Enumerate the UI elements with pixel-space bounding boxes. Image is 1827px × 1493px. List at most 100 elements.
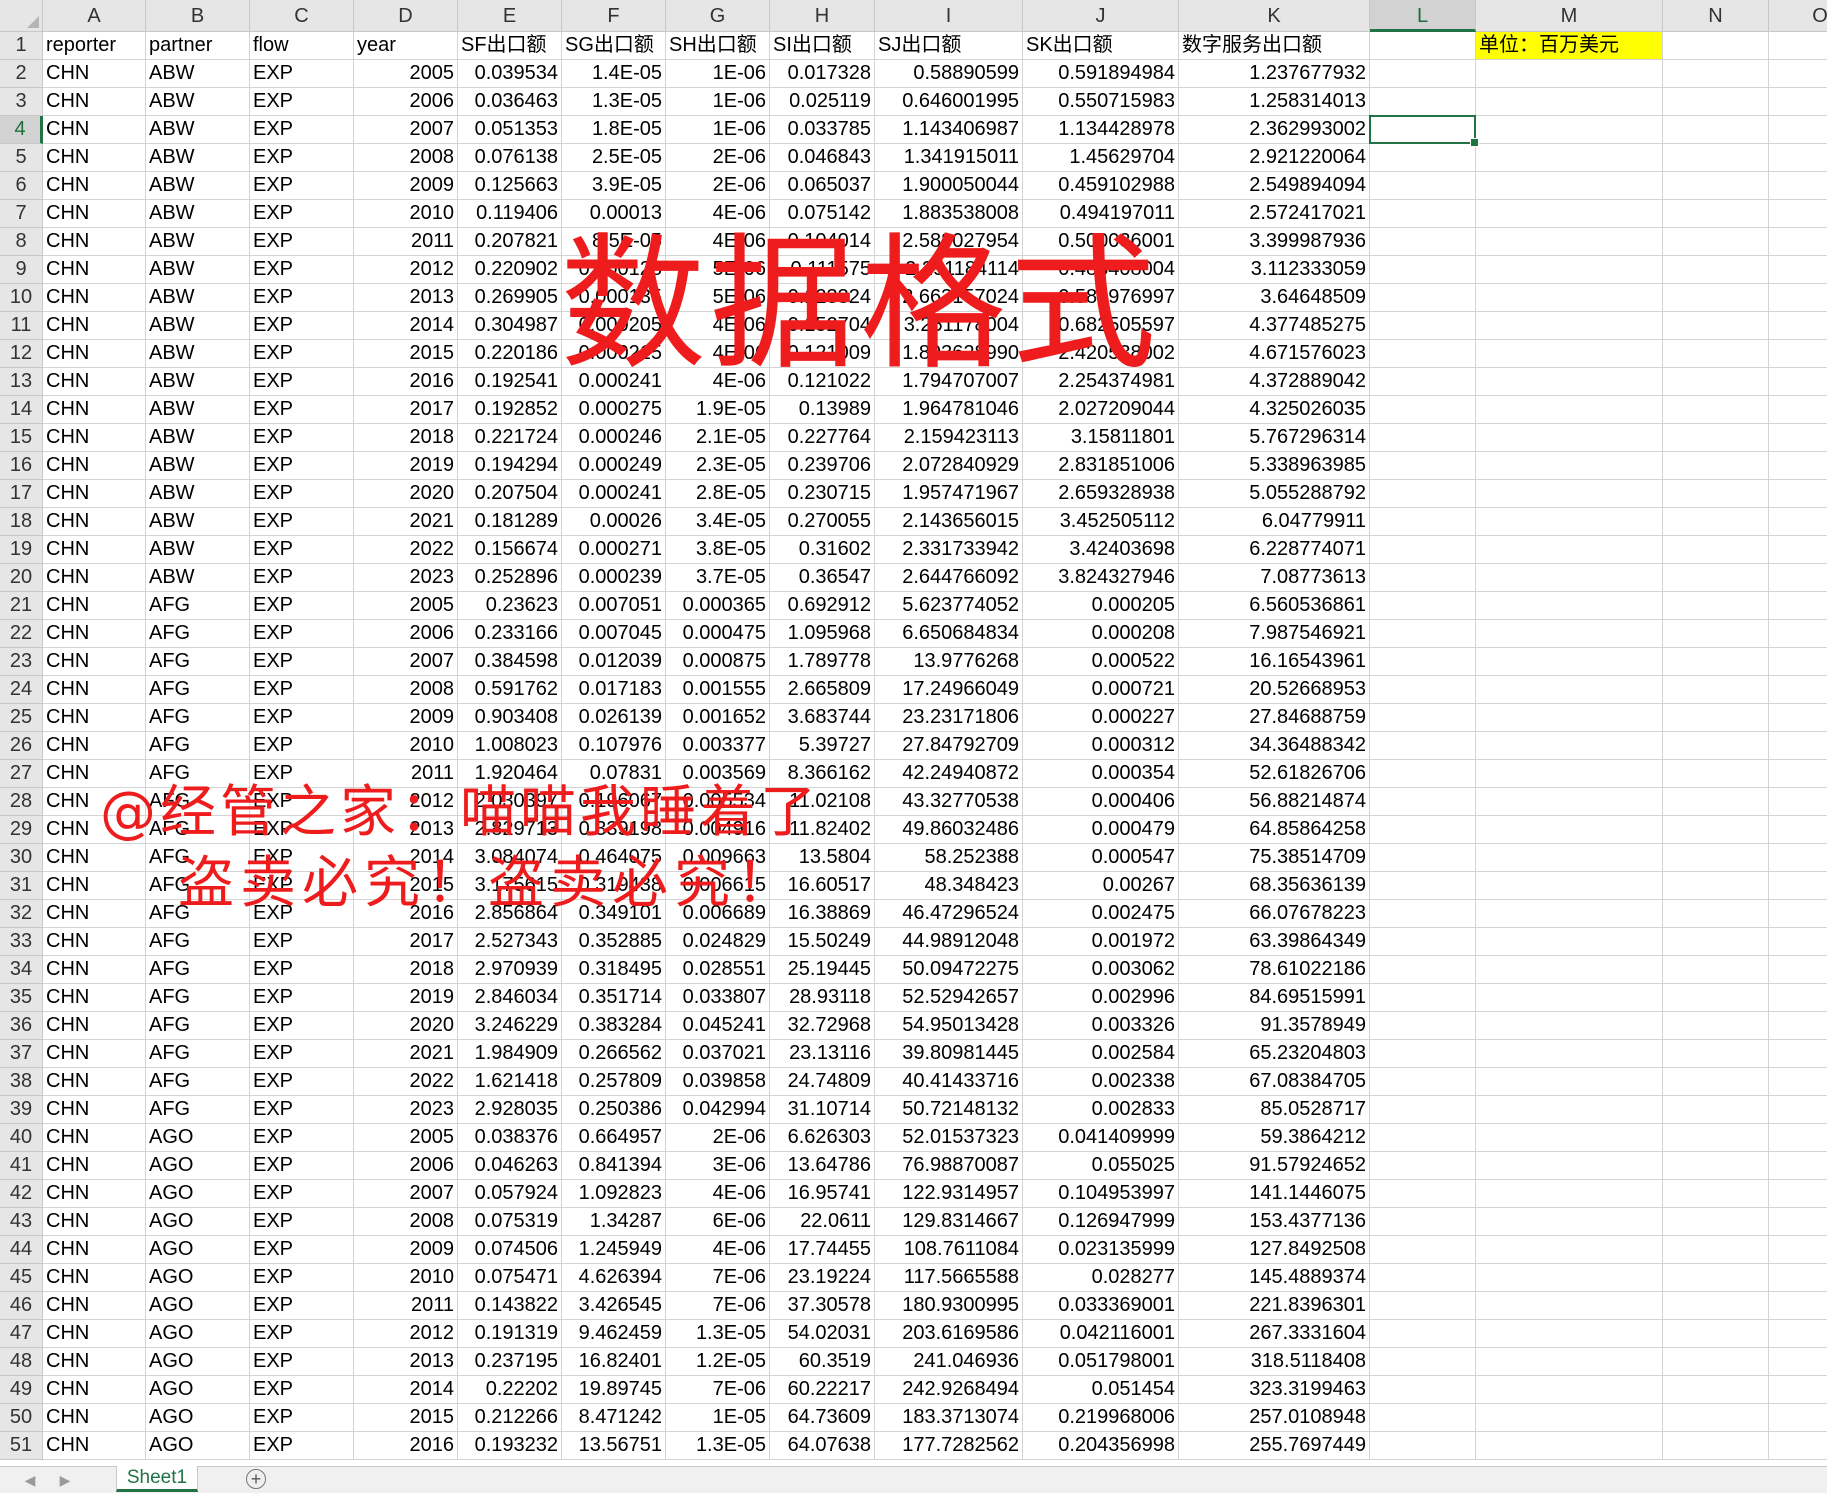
table-cell[interactable] bbox=[1476, 1376, 1663, 1404]
table-cell[interactable]: 0.239706 bbox=[770, 452, 875, 480]
table-cell[interactable] bbox=[1663, 900, 1769, 928]
table-cell[interactable]: AFG bbox=[146, 1040, 250, 1068]
table-cell[interactable]: 64.85864258 bbox=[1179, 816, 1370, 844]
table-cell[interactable]: CHN bbox=[43, 732, 146, 760]
table-cell[interactable] bbox=[1370, 592, 1476, 620]
table-cell[interactable]: 0.192541 bbox=[458, 368, 562, 396]
table-cell[interactable] bbox=[1370, 984, 1476, 1012]
table-cell[interactable]: 8.471242 bbox=[562, 1404, 666, 1432]
table-cell[interactable]: 2.5E-05 bbox=[562, 144, 666, 172]
table-cell[interactable]: 2020 bbox=[354, 1012, 458, 1040]
table-cell[interactable]: 2015 bbox=[354, 872, 458, 900]
table-cell[interactable]: AFG bbox=[146, 732, 250, 760]
table-cell[interactable]: 43.32770538 bbox=[875, 788, 1023, 816]
table-cell[interactable]: 23.13116 bbox=[770, 1040, 875, 1068]
table-cell[interactable] bbox=[1769, 1124, 1827, 1152]
table-cell[interactable]: 65.23204803 bbox=[1179, 1040, 1370, 1068]
table-cell[interactable] bbox=[1476, 788, 1663, 816]
table-cell[interactable] bbox=[1370, 732, 1476, 760]
table-cell[interactable]: 3.9E-05 bbox=[562, 172, 666, 200]
table-cell[interactable]: 2.3E-05 bbox=[666, 452, 770, 480]
table-cell[interactable]: 8.366162 bbox=[770, 760, 875, 788]
table-cell[interactable]: 16.95741 bbox=[770, 1180, 875, 1208]
column-header-k[interactable]: K bbox=[1179, 0, 1370, 32]
table-cell[interactable]: 1.3E-05 bbox=[666, 1320, 770, 1348]
table-cell[interactable] bbox=[1476, 396, 1663, 424]
table-cell[interactable]: 3.683744 bbox=[770, 704, 875, 732]
column-header-j[interactable]: J bbox=[1023, 0, 1179, 32]
table-cell[interactable]: 11.02108 bbox=[770, 788, 875, 816]
table-cell[interactable]: CHN bbox=[43, 1348, 146, 1376]
table-cell[interactable]: 60.3519 bbox=[770, 1348, 875, 1376]
table-cell[interactable]: 1.893628990 bbox=[875, 340, 1023, 368]
table-cell[interactable] bbox=[1663, 1348, 1769, 1376]
table-cell[interactable]: EXP bbox=[250, 704, 354, 732]
table-cell[interactable]: AFG bbox=[146, 648, 250, 676]
table-cell[interactable] bbox=[1370, 928, 1476, 956]
table-cell[interactable]: 0.000128 bbox=[562, 256, 666, 284]
table-cell[interactable]: 0.351714 bbox=[562, 984, 666, 1012]
row-header-19[interactable]: 19 bbox=[0, 536, 43, 564]
table-cell[interactable]: 318.5118408 bbox=[1179, 1348, 1370, 1376]
table-cell[interactable] bbox=[1663, 620, 1769, 648]
table-cell[interactable] bbox=[1769, 1208, 1827, 1236]
table-cell[interactable] bbox=[1370, 1208, 1476, 1236]
table-cell[interactable] bbox=[1370, 1068, 1476, 1096]
row-header-36[interactable]: 36 bbox=[0, 1012, 43, 1040]
table-cell[interactable]: 2006 bbox=[354, 620, 458, 648]
row-header-20[interactable]: 20 bbox=[0, 564, 43, 592]
table-cell[interactable] bbox=[1769, 1236, 1827, 1264]
table-cell[interactable]: 0.007045 bbox=[562, 620, 666, 648]
table-cell[interactable]: 0.000479 bbox=[1023, 816, 1179, 844]
row-header-28[interactable]: 28 bbox=[0, 788, 43, 816]
table-cell[interactable]: 85.0528717 bbox=[1179, 1096, 1370, 1124]
table-cell[interactable]: 27.84688759 bbox=[1179, 704, 1370, 732]
table-cell[interactable]: 0.033369001 bbox=[1023, 1292, 1179, 1320]
table-cell[interactable]: 1.2E-05 bbox=[666, 1348, 770, 1376]
row-header-8[interactable]: 8 bbox=[0, 228, 43, 256]
table-cell[interactable]: 3.7E-05 bbox=[666, 564, 770, 592]
table-cell[interactable]: 1.957471967 bbox=[875, 480, 1023, 508]
column-header-e[interactable]: E bbox=[458, 0, 562, 32]
table-cell[interactable]: 2006 bbox=[354, 1152, 458, 1180]
row-header-17[interactable]: 17 bbox=[0, 480, 43, 508]
table-cell[interactable]: 3.112333059 bbox=[1179, 256, 1370, 284]
table-cell[interactable]: CHN bbox=[43, 172, 146, 200]
table-cell[interactable]: 0.017328 bbox=[770, 60, 875, 88]
table-cell[interactable]: 0.13989 bbox=[770, 396, 875, 424]
row-header-31[interactable]: 31 bbox=[0, 872, 43, 900]
table-cell[interactable]: 0.000241 bbox=[562, 368, 666, 396]
table-cell[interactable] bbox=[1476, 368, 1663, 396]
table-cell[interactable]: 2023 bbox=[354, 1096, 458, 1124]
table-cell[interactable]: 17.74455 bbox=[770, 1236, 875, 1264]
table-cell[interactable]: 2011 bbox=[354, 1292, 458, 1320]
table-cell[interactable]: ABW bbox=[146, 396, 250, 424]
table-cell[interactable] bbox=[1370, 508, 1476, 536]
table-cell[interactable]: 4E-06 bbox=[666, 1236, 770, 1264]
table-cell[interactable]: 40.41433716 bbox=[875, 1068, 1023, 1096]
table-cell[interactable]: 0.000522 bbox=[1023, 648, 1179, 676]
table-cell[interactable]: AFG bbox=[146, 1068, 250, 1096]
table-cell[interactable]: 4E-06 bbox=[666, 340, 770, 368]
table-cell[interactable]: CHN bbox=[43, 984, 146, 1012]
table-cell[interactable]: 0.051454 bbox=[1023, 1376, 1179, 1404]
table-cell[interactable]: 0.000312 bbox=[1023, 732, 1179, 760]
table-cell[interactable] bbox=[1769, 620, 1827, 648]
column-header-l[interactable]: L bbox=[1370, 0, 1476, 32]
table-cell[interactable] bbox=[1769, 900, 1827, 928]
table-cell[interactable]: 0.045241 bbox=[666, 1012, 770, 1040]
table-cell[interactable]: 0.219968006 bbox=[1023, 1404, 1179, 1432]
table-cell[interactable]: 1.3E-05 bbox=[562, 88, 666, 116]
table-cell[interactable]: 6.560536861 bbox=[1179, 592, 1370, 620]
table-cell[interactable]: 2.027209044 bbox=[1023, 396, 1179, 424]
table-cell[interactable]: 0.646001995 bbox=[875, 88, 1023, 116]
row-header-14[interactable]: 14 bbox=[0, 396, 43, 424]
table-cell[interactable]: EXP bbox=[250, 1096, 354, 1124]
table-cell[interactable]: ABW bbox=[146, 88, 250, 116]
table-cell[interactable]: 153.4377136 bbox=[1179, 1208, 1370, 1236]
table-cell[interactable]: 0.042994 bbox=[666, 1096, 770, 1124]
table-cell[interactable] bbox=[1370, 144, 1476, 172]
table-cell[interactable]: 2.846034 bbox=[458, 984, 562, 1012]
table-cell[interactable]: 2012 bbox=[354, 1320, 458, 1348]
table-cell[interactable]: EXP bbox=[250, 592, 354, 620]
